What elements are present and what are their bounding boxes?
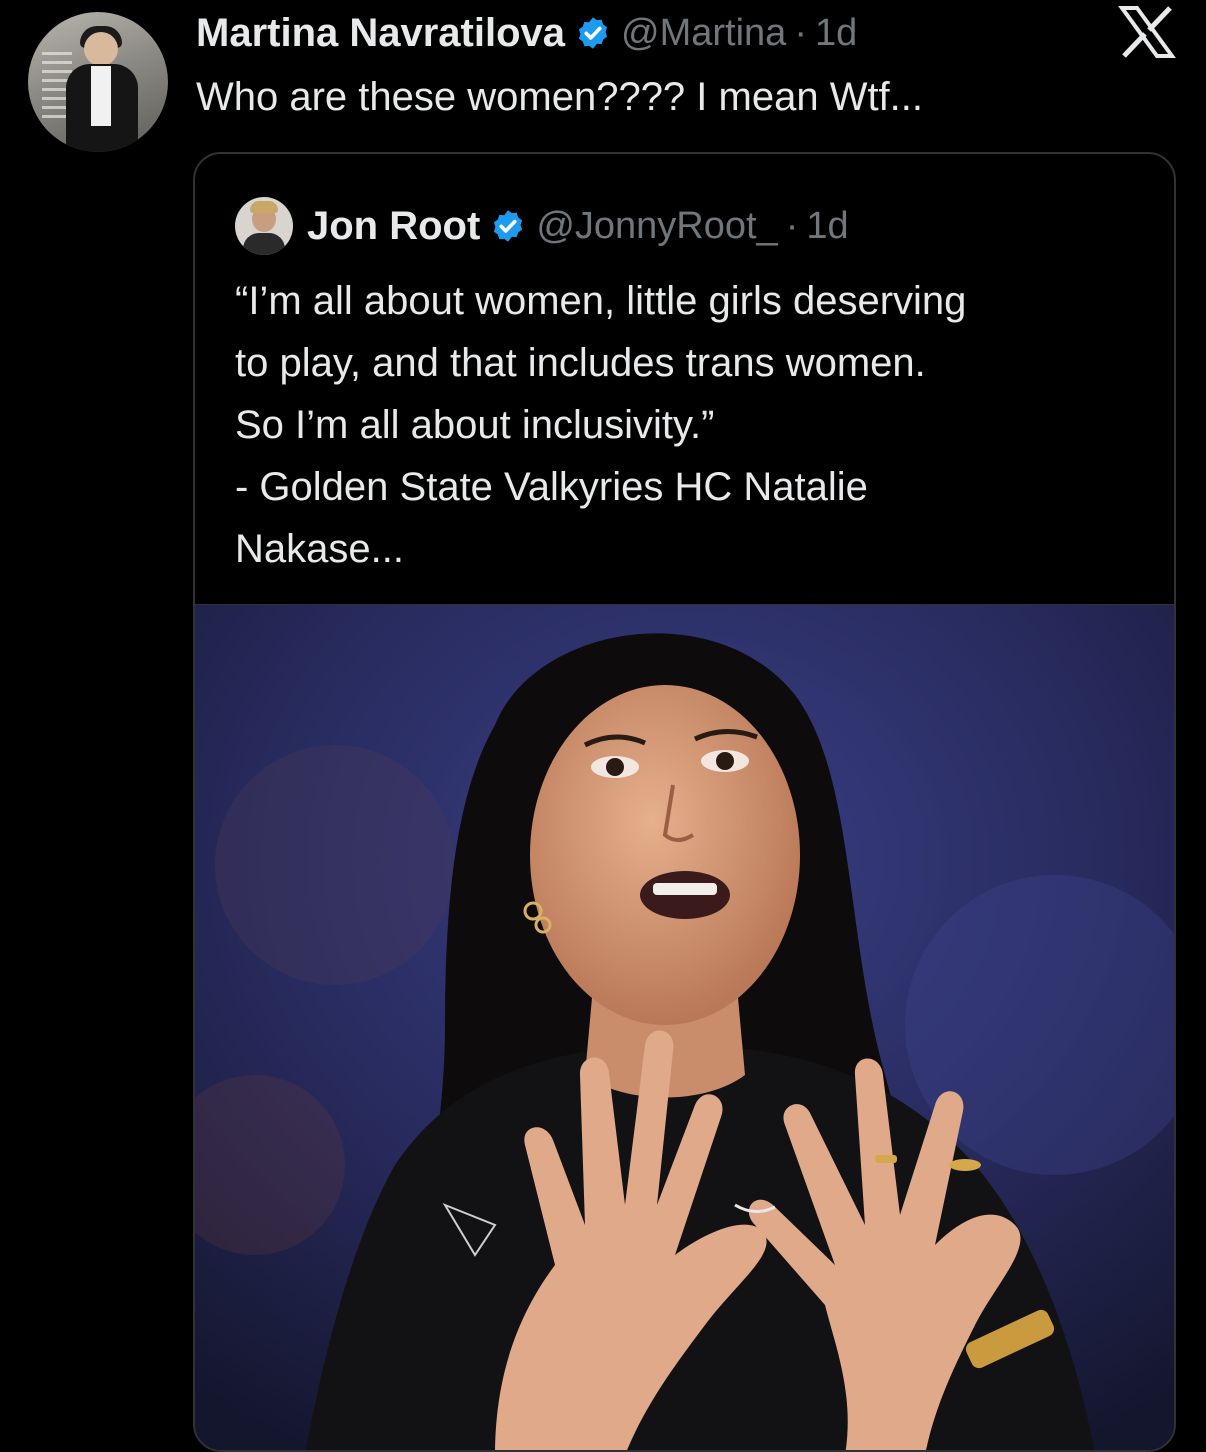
avatar-shirt [91,66,111,126]
x-logo-icon[interactable] [1118,6,1176,58]
quoted-text-line: Nakase... [235,527,404,571]
tweet-time[interactable]: 1d [815,12,857,55]
quoted-tweet-photo[interactable] [195,604,1176,1452]
quoted-tweet-text: “I’m all about women, little girls deser… [235,270,1155,580]
verified-badge-icon [578,17,608,49]
quoted-author-avatar[interactable] [235,197,293,255]
quoted-text-line: - Golden State Valkyries HC Natalie [235,465,868,509]
quoted-text-line: So I’m all about inclusivity.” [235,403,715,447]
quoted-tweet-card[interactable]: Jon Root @JonnyRoot_ · 1d “I’m all about… [193,152,1176,1452]
author-handle[interactable]: @Martina [621,12,786,55]
dot-separator: · [794,11,807,54]
avatar-face [84,32,118,66]
quoted-tweet-header: Jon Root @JonnyRoot_ · 1d [235,197,849,255]
verified-badge-icon [494,210,523,242]
quoted-avatar-hair [250,201,278,213]
tweet-header: Martina Navratilova @Martina · 1d [196,6,857,60]
quoted-avatar-body [243,233,285,255]
quoted-tweet-time[interactable]: 1d [806,205,848,248]
author-avatar[interactable] [28,12,168,152]
author-name[interactable]: Martina Navratilova [196,11,565,56]
quoted-text-line: “I’m all about women, little girls deser… [235,279,967,323]
quoted-text-line: to play, and that includes trans women. [235,341,926,385]
dot-separator: · [785,204,799,247]
tweet-text: Who are these women???? I mean Wtf... [196,75,924,119]
quoted-author-handle[interactable]: @JonnyRoot_ [536,205,777,248]
quoted-author-name[interactable]: Jon Root [307,204,480,249]
